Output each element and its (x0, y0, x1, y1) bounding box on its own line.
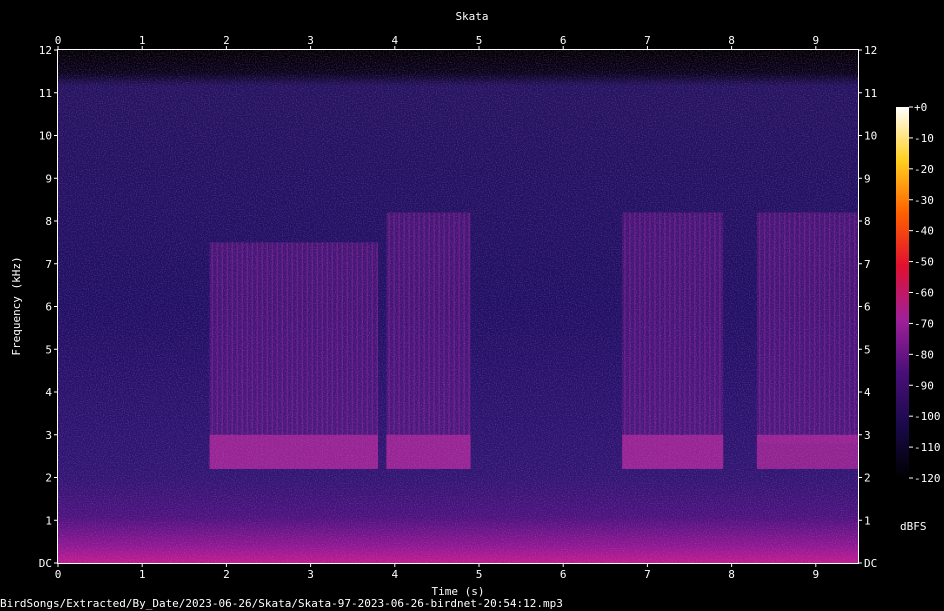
x-tick-label-bottom: 3 (307, 568, 314, 581)
y-tick-label-right: 10 (864, 130, 877, 143)
y-tick-label-left: 2 (45, 472, 52, 485)
x-tick-label-top: 2 (223, 34, 230, 47)
x-tick-label-top: 1 (139, 34, 146, 47)
y-axis-label: Frequency (kHz) (10, 256, 23, 355)
colorbar-tick-label: -70 (914, 317, 934, 330)
x-tick-label-bottom: 4 (391, 568, 398, 581)
colorbar-tick-label: -100 (914, 410, 941, 423)
x-tick-label-top: 3 (307, 34, 314, 47)
x-tick-label-bottom: 6 (560, 568, 567, 581)
x-ticks-bottom: 0 1 2 3 4 5 6 7 8 9 (55, 563, 819, 581)
y-tick-label-right: DC (864, 557, 877, 570)
colorbar-tick-label: +0 (914, 101, 927, 114)
x-tick-label-bottom: 1 (139, 568, 146, 581)
colorbar-tick-label: -20 (914, 163, 934, 176)
colorbar-tick-label: -50 (914, 256, 934, 269)
y-tick-label-right: 7 (864, 258, 871, 271)
plot-area (58, 50, 858, 563)
colorbar-tick-label: -60 (914, 287, 934, 300)
x-tick-label-top: 4 (391, 34, 398, 47)
y-tick-label-left: 4 (45, 386, 52, 399)
colorbar-ticks: +0 -10 -20 -30 -40 -50 -60 -70 -80 -90 -100 -110 -12… (909, 101, 941, 485)
y-tick-label-left: 12 (39, 44, 52, 57)
y-tick-label-right: 1 (864, 514, 871, 527)
colorbar-tick-label: -10 (914, 132, 934, 145)
x-tick-label-bottom: 7 (644, 568, 651, 581)
x-tick-label-bottom: 2 (223, 568, 230, 581)
y-tick-label-left: 10 (39, 130, 52, 143)
x-tick-label-bottom: 5 (476, 568, 483, 581)
y-ticks-right: DC123456789101112 (858, 44, 877, 570)
colorbar-label: dBFS (900, 520, 927, 533)
x-tick-label-bottom: 8 (728, 568, 735, 581)
colorbar-tick-label: -40 (914, 225, 934, 238)
x-tick-label-top: 0 (55, 34, 62, 47)
y-ticks-left: DC123456789101112 (39, 44, 58, 570)
y-tick-label-right: 2 (864, 472, 871, 485)
y-tick-label-right: 4 (864, 386, 871, 399)
colorbar-tick-label: -90 (914, 379, 934, 392)
y-tick-label-left: 5 (45, 343, 52, 356)
x-tick-label-top: 5 (476, 34, 483, 47)
colorbar: +0 -10 -20 -30 -40 -50 -60 -70 -80 -90 -100 -110 -12… (896, 101, 941, 533)
spectrogram-chart: Skata 0123456789 0123456789 DC1234567891… (10, 10, 941, 597)
x-tick-label-top: 8 (728, 34, 735, 47)
y-tick-label-left: 11 (39, 87, 52, 100)
y-tick-label-right: 5 (864, 343, 871, 356)
y-tick-label-left: 6 (45, 301, 52, 314)
x-tick-label-top: 9 (812, 34, 819, 47)
y-tick-label-right: 3 (864, 429, 871, 442)
y-tick-label-left: DC (39, 557, 52, 570)
colorbar-ramp (896, 107, 909, 478)
y-tick-label-right: 6 (864, 301, 871, 314)
x-tick-label-top: 6 (560, 34, 567, 47)
x-tick-label-bottom: 9 (812, 568, 819, 581)
colorbar-tick-label: -110 (914, 441, 941, 454)
y-tick-label-right: 12 (864, 44, 877, 57)
y-tick-label-left: 1 (45, 514, 52, 527)
y-tick-label-right: 11 (864, 87, 877, 100)
chart-title: Skata (455, 10, 488, 23)
colorbar-tick-label: -120 (914, 472, 941, 485)
y-tick-label-left: 9 (45, 172, 52, 185)
x-tick-label-bottom: 0 (55, 568, 62, 581)
y-tick-label-right: 9 (864, 172, 871, 185)
colorbar-tick-label: -30 (914, 194, 934, 207)
y-tick-label-left: 8 (45, 215, 52, 228)
y-tick-label-left: 3 (45, 429, 52, 442)
x-axis-label: Time (s) (432, 585, 485, 597)
x-ticks-top: 0 1 2 3 4 5 6 7 8 9 (55, 34, 819, 50)
y-tick-label-right: 8 (864, 215, 871, 228)
colorbar-tick-label: -80 (914, 348, 934, 361)
y-tick-label-left: 7 (45, 258, 52, 271)
noise-texture (58, 50, 858, 563)
file-path-footer: BirdSongs/Extracted/By_Date/2023-06-26/S… (0, 597, 563, 610)
x-tick-label-top: 7 (644, 34, 651, 47)
